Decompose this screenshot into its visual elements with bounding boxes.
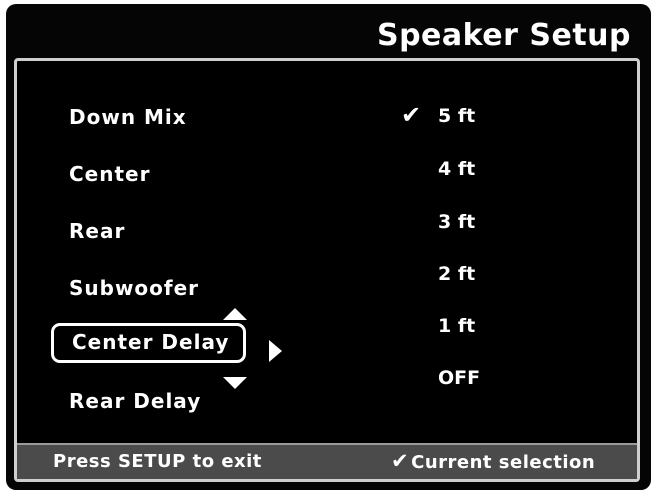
menu-item-subwoofer[interactable]: Subwoofer — [69, 276, 199, 300]
option-2ft[interactable]: 2 ft — [438, 263, 475, 285]
page-title: Speaker Setup — [376, 18, 631, 53]
option-3ft[interactable]: 3 ft — [438, 211, 475, 233]
check-icon: ✔ — [401, 101, 422, 129]
menu-item-center-delay[interactable]: Center Delay — [51, 323, 247, 363]
option-1ft[interactable]: 1 ft — [438, 315, 475, 337]
menu-item-center[interactable]: Center — [69, 162, 150, 186]
option-4ft[interactable]: 4 ft — [438, 158, 475, 180]
menu-item-rear[interactable]: Rear — [69, 219, 125, 243]
arrow-right-icon — [269, 340, 282, 362]
footer-bar: Press SETUP to exit ✔ Current selection — [17, 443, 637, 479]
menu-item-down-mix[interactable]: Down Mix — [69, 105, 187, 129]
selection-legend-label: Current selection — [411, 452, 596, 473]
check-icon: ✔ — [391, 449, 410, 473]
arrow-up-icon — [223, 308, 247, 320]
osd-screen: Speaker Setup Down Mix Center Rear Subwo… — [6, 4, 651, 490]
option-5ft[interactable]: 5 ft — [438, 105, 475, 127]
arrow-down-icon — [223, 377, 247, 389]
option-off[interactable]: OFF — [438, 367, 480, 389]
settings-panel: Down Mix Center Rear Subwoofer Center De… — [14, 58, 640, 482]
exit-hint: Press SETUP to exit — [53, 451, 262, 472]
selection-legend: ✔ Current selection — [391, 449, 595, 473]
menu-item-rear-delay[interactable]: Rear Delay — [69, 389, 201, 413]
